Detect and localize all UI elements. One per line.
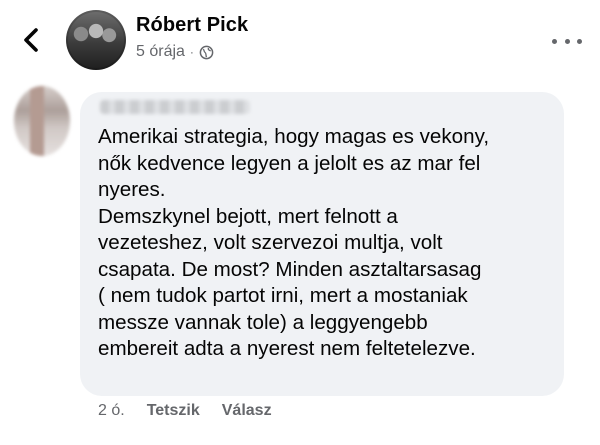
post-time[interactable]: 5 órája — [136, 43, 185, 61]
commenter-avatar[interactable] — [14, 86, 70, 156]
post-header: Róbert Pick 5 órája · — [0, 0, 600, 82]
comment-time[interactable]: 2 ó. — [98, 402, 125, 420]
more-dot — [564, 38, 570, 44]
back-button[interactable] — [16, 24, 46, 56]
meta-separator: · — [189, 45, 194, 59]
like-button[interactable]: Tetszik — [147, 402, 200, 420]
more-options-button[interactable] — [552, 36, 582, 46]
reply-button[interactable]: Válasz — [222, 402, 272, 420]
globe-icon — [199, 45, 214, 59]
comment-text: Amerikai strategia, hogy magas es vekony… — [98, 125, 490, 360]
poster-avatar[interactable] — [66, 10, 126, 70]
post-meta: 5 órája · — [136, 43, 214, 61]
commenter-name-redacted[interactable] — [100, 100, 250, 114]
more-dots-icon — [552, 38, 557, 44]
poster-name[interactable]: Róbert Pick — [136, 14, 248, 37]
comment-actions: 2 ó. Tetszik Válasz — [98, 402, 294, 420]
more-dot — [577, 38, 582, 44]
chevron-left-icon — [24, 28, 38, 52]
